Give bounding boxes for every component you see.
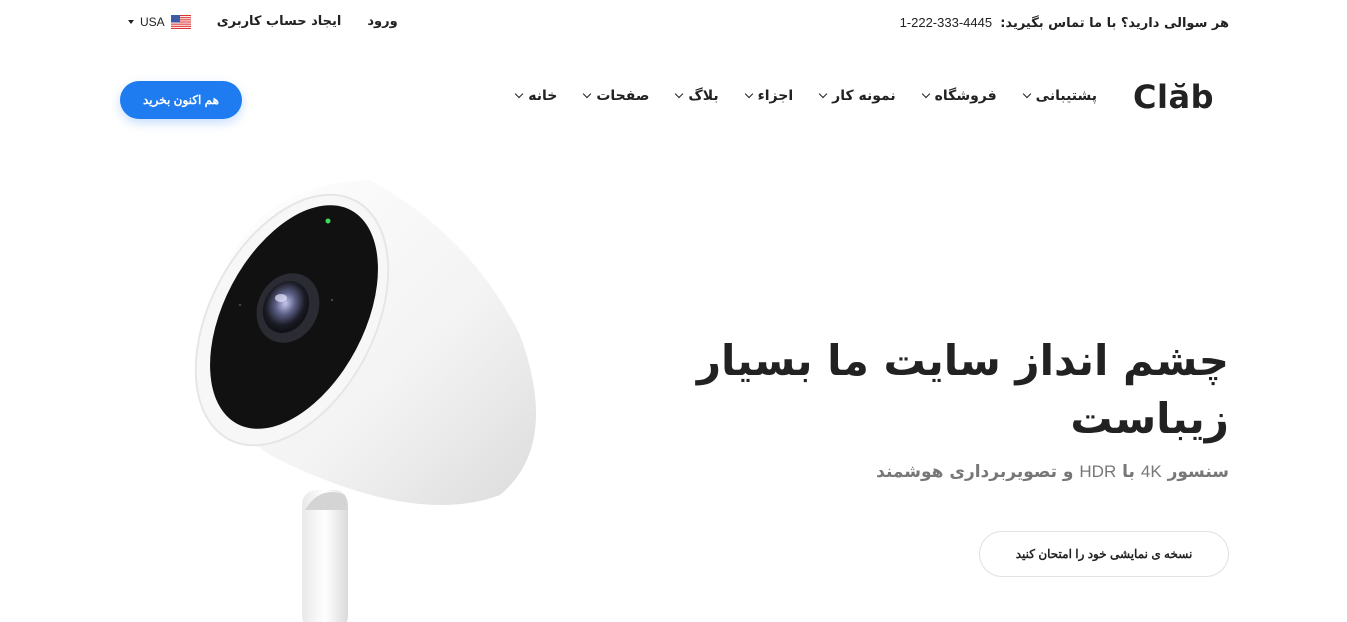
security-camera-image <box>194 180 536 622</box>
locale-label: USA <box>140 14 165 29</box>
locale-selector[interactable]: USA <box>128 14 191 29</box>
nav-item-label: نمونه کار <box>832 88 896 104</box>
hero-subtitle: سنسور 4K با HDR و تصویربرداری هوشمند <box>669 462 1229 482</box>
main-header: Clăb خانه صفحات بلاگ اجزاء نمونه کار فرو… <box>0 74 1347 122</box>
chevron-down-icon <box>921 89 930 99</box>
chevron-down-icon <box>675 89 684 99</box>
main-nav: خانه صفحات بلاگ اجزاء نمونه کار فروشگاه … <box>514 88 1097 104</box>
buy-now-button[interactable]: هم اکنون بخرید <box>120 81 242 119</box>
hero-subtitle-part: با <box>1122 462 1135 482</box>
caret-down-icon <box>128 19 134 24</box>
nav-item-label: پشتیبانی <box>1035 88 1097 104</box>
chevron-down-icon <box>744 89 753 99</box>
hero-subtitle-part: و تصویربرداری هوشمند <box>876 462 1074 482</box>
site-logo[interactable]: Clăb <box>1133 78 1214 116</box>
chevron-down-icon <box>818 89 828 99</box>
nav-item-blog[interactable]: بلاگ <box>675 88 719 104</box>
phone-number[interactable]: 1-222-333-4445 <box>900 15 993 30</box>
contact-info: هر سوالی دارید؟ با ما تماس بگیرید: 1-222… <box>900 15 1229 31</box>
nav-item-home[interactable]: خانه <box>514 88 558 104</box>
nav-item-label: اجزاء <box>757 88 794 104</box>
hero-content: چشم انداز سایت ما بسیار زیباست سنسور 4K … <box>669 332 1229 482</box>
nav-item-support[interactable]: پشتیبانی <box>1022 88 1097 104</box>
chevron-down-icon <box>1022 89 1031 99</box>
nav-item-elements[interactable]: اجزاء <box>744 88 794 104</box>
top-bar: هر سوالی دارید؟ با ما تماس بگیرید: 1-222… <box>0 0 1347 46</box>
chevron-down-icon <box>583 89 592 99</box>
chevron-down-icon <box>514 89 524 99</box>
login-link[interactable]: ورود <box>367 14 397 29</box>
us-flag-icon <box>170 14 191 29</box>
nav-item-shop[interactable]: فروشگاه <box>921 88 997 104</box>
hero-subtitle-part: سنسور <box>1167 462 1229 482</box>
contact-question: هر سوالی دارید؟ با ما تماس بگیرید: <box>1000 16 1229 31</box>
register-link[interactable]: ایجاد حساب کاربری <box>217 14 342 29</box>
try-demo-button[interactable]: نسخه ی نمایشی خود را امتحان کنید <box>979 531 1229 577</box>
nav-item-label: بلاگ <box>688 88 719 104</box>
nav-item-label: فروشگاه <box>934 88 997 104</box>
hero-subtitle-4k: 4K <box>1140 462 1162 481</box>
nav-item-pages[interactable]: صفحات <box>583 88 650 104</box>
nav-item-label: صفحات <box>596 88 650 104</box>
hero-subtitle-hdr: HDR <box>1079 462 1117 481</box>
nav-item-portfolio[interactable]: نمونه کار <box>818 88 896 104</box>
nav-item-label: خانه <box>528 88 558 104</box>
account-links: USA ایجاد حساب کاربری ورود <box>128 14 398 29</box>
hero-title: چشم انداز سایت ما بسیار زیباست <box>696 336 1229 443</box>
